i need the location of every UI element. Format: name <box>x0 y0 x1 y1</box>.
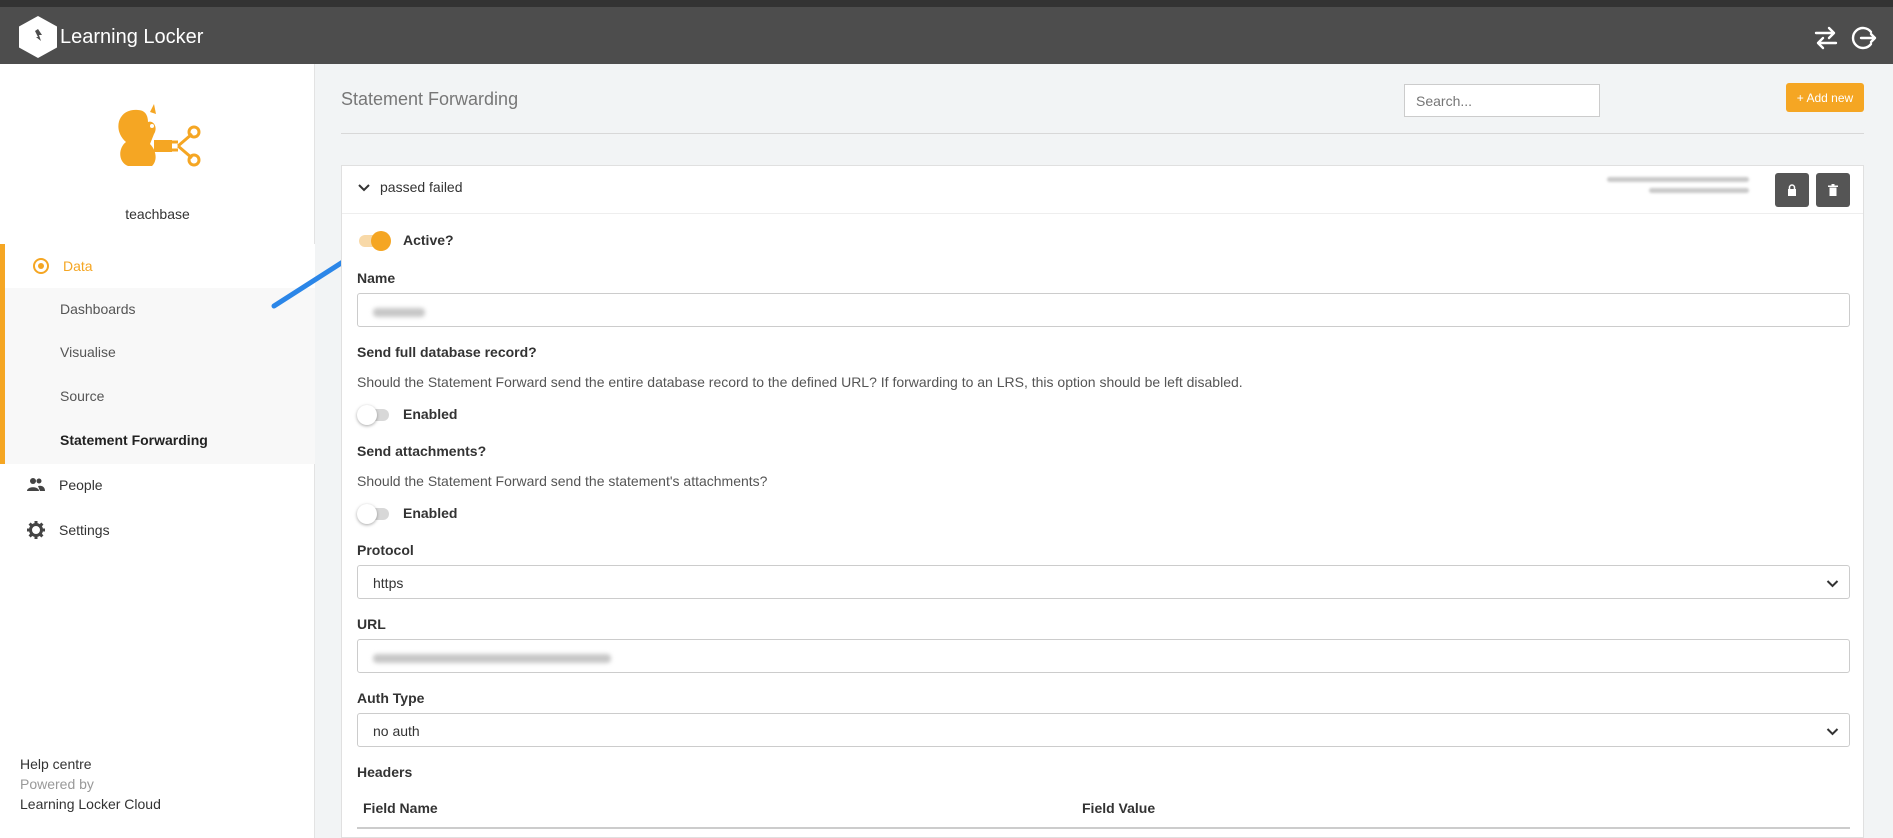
auth-type-select[interactable]: no auth <box>357 713 1850 747</box>
app-logo[interactable]: Learning Locker <box>19 16 203 58</box>
owner-info-blurred <box>1607 171 1749 203</box>
delete-button[interactable] <box>1816 173 1850 207</box>
trash-icon <box>1828 184 1838 196</box>
nav-item-people-label: People <box>59 477 103 493</box>
nav-item-data[interactable]: Data <box>0 244 315 288</box>
url-value-blurred <box>373 653 611 663</box>
active-toggle[interactable] <box>357 229 393 251</box>
name-label: Name <box>357 270 396 286</box>
protocol-select[interactable]: https <box>357 565 1850 599</box>
auth-type-value: no auth <box>373 723 420 739</box>
org-name: teachbase <box>125 206 190 222</box>
column-header-field-value: Field Value <box>1082 800 1156 816</box>
attachments-toggle[interactable] <box>357 502 393 524</box>
full-record-description: Should the Statement Forward send the en… <box>357 374 1243 390</box>
nav-item-data-label: Data <box>63 258 93 274</box>
help-centre-link[interactable]: Help centre <box>20 756 92 772</box>
auth-type-label: Auth Type <box>357 690 425 706</box>
learning-locker-cloud-link[interactable]: Learning Locker Cloud <box>20 796 161 812</box>
top-bar: Learning Locker <box>0 0 1893 64</box>
panel-title: passed failed <box>380 179 463 195</box>
powered-by-text: Powered by <box>20 776 94 792</box>
attachments-toggle-label: Enabled <box>403 505 458 521</box>
nav-item-dashboards[interactable]: Dashboards <box>60 301 136 317</box>
data-icon <box>33 258 49 274</box>
swap-arrows-icon[interactable] <box>1812 24 1840 52</box>
nav-item-visualise[interactable]: Visualise <box>60 344 116 360</box>
nav-item-people[interactable]: People <box>27 476 103 494</box>
chevron-down-icon[interactable] <box>357 181 371 195</box>
column-header-field-name: Field Name <box>363 800 438 816</box>
full-record-toggle[interactable] <box>357 403 393 425</box>
attachments-label: Send attachments? <box>357 443 487 459</box>
sidebar: teachbase Data Dashboards Visualise Sour… <box>0 64 315 838</box>
headers-table-divider <box>357 827 1850 829</box>
page-title: Statement Forwarding <box>341 89 519 109</box>
full-record-label: Send full database record? <box>357 344 537 360</box>
active-label: Active? <box>403 232 454 248</box>
gear-icon <box>27 521 45 539</box>
nav-item-source[interactable]: Source <box>60 388 104 404</box>
panel-header[interactable]: passed failed <box>342 166 1863 214</box>
nav-item-statement-forwarding[interactable]: Statement Forwarding <box>60 432 208 448</box>
header-divider <box>341 133 1864 134</box>
people-icon <box>27 476 45 494</box>
nav-item-settings[interactable]: Settings <box>27 521 110 539</box>
learning-locker-logo-icon <box>19 16 57 58</box>
statement-forward-panel: passed failed Active? Name Send full dat… <box>341 165 1864 838</box>
url-label: URL <box>357 616 386 632</box>
protocol-label: Protocol <box>357 542 414 558</box>
add-new-button[interactable]: + Add new <box>1786 83 1864 112</box>
protocol-value: https <box>373 575 404 591</box>
url-input[interactable] <box>357 639 1850 673</box>
app-name: Learning Locker <box>60 25 204 48</box>
lock-button[interactable] <box>1775 173 1809 207</box>
headers-label: Headers <box>357 764 413 780</box>
name-input[interactable] <box>357 293 1850 327</box>
attachments-description: Should the Statement Forward send the st… <box>357 473 768 489</box>
full-record-toggle-label: Enabled <box>403 406 458 422</box>
logout-icon[interactable] <box>1849 24 1877 52</box>
nav-item-settings-label: Settings <box>59 522 110 538</box>
chevron-down-icon <box>1826 728 1839 736</box>
name-value-blurred <box>373 307 425 317</box>
lock-icon <box>1788 184 1796 196</box>
search-input[interactable] <box>1404 84 1600 117</box>
chevron-down-icon <box>1826 580 1839 588</box>
org-logo <box>108 100 208 180</box>
